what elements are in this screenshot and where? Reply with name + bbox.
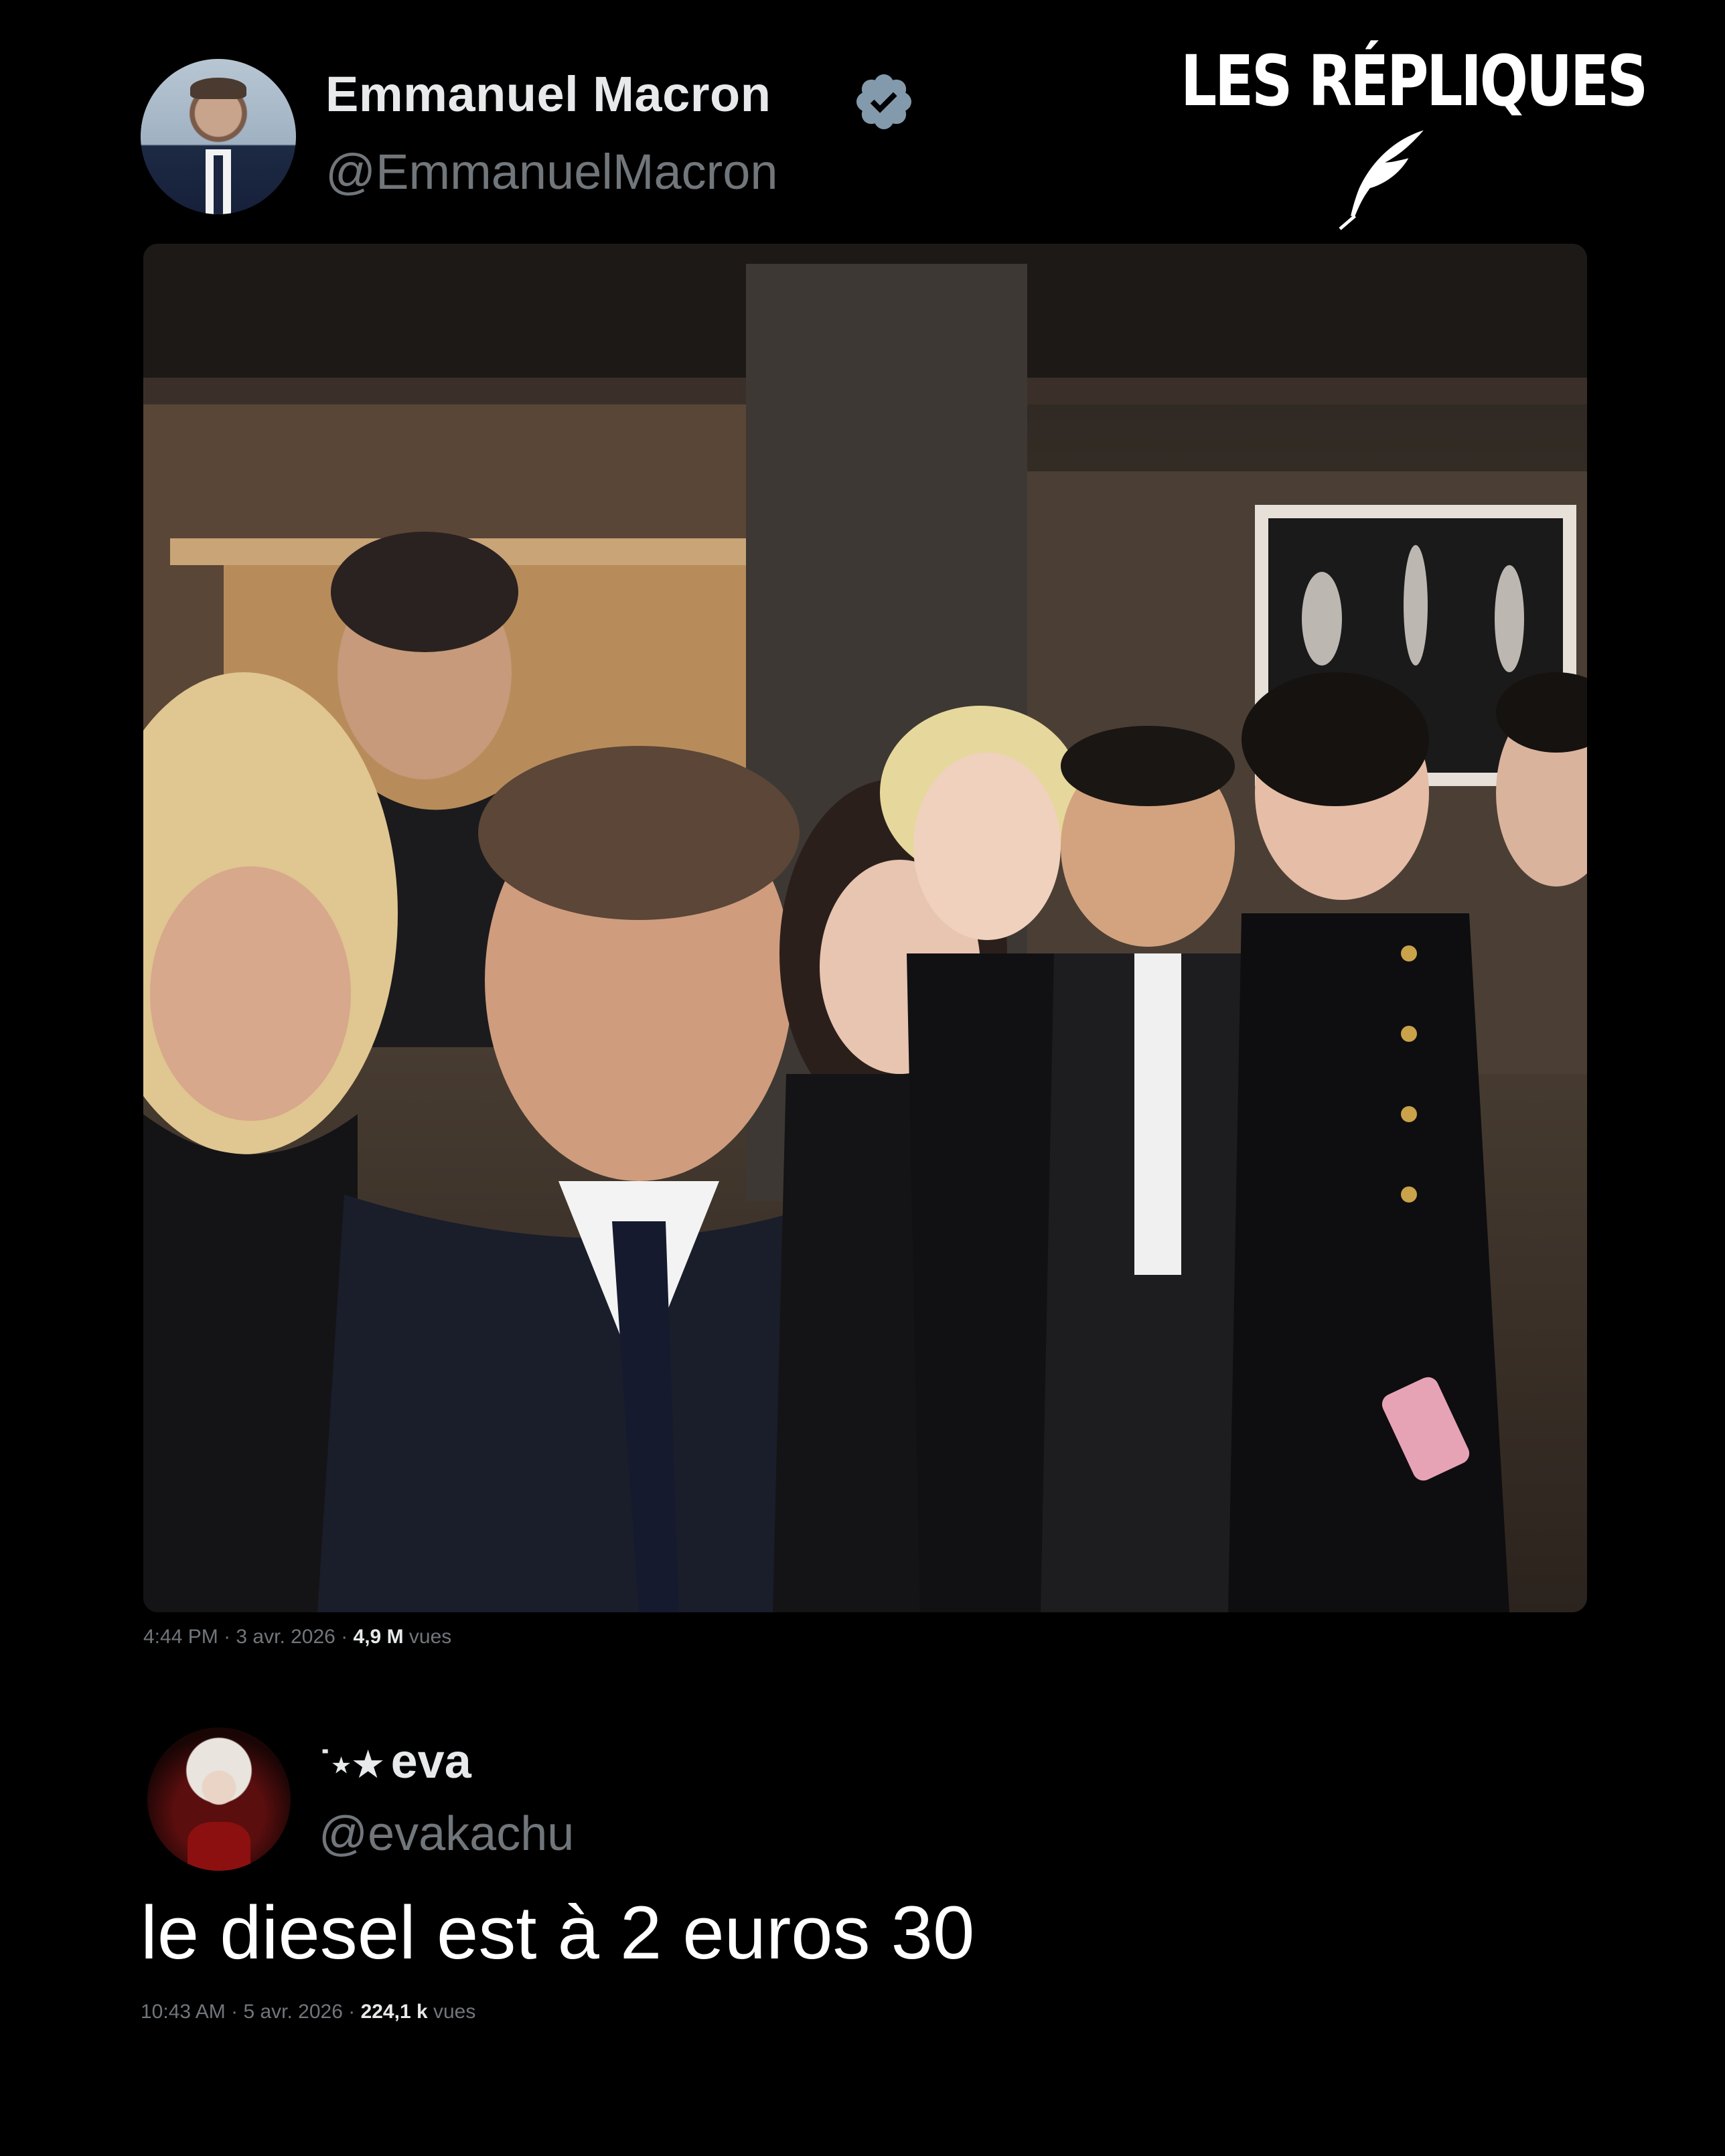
meta-separator: · <box>342 2001 361 2023</box>
reply-handle[interactable]: @evakachu <box>319 1806 574 1861</box>
tweet-photo[interactable] <box>143 244 1587 1612</box>
reply-display-name[interactable]: ˙⋆★ eva <box>319 1734 471 1789</box>
quill-icon <box>1339 130 1424 230</box>
author-avatar[interactable] <box>141 59 296 214</box>
reply-text: le diesel est à 2 euros 30 <box>141 1891 975 1975</box>
meta-separator: · <box>218 1626 236 1648</box>
author-handle[interactable]: @EmmanuelMacron <box>325 143 778 200</box>
reply-date[interactable]: 5 avr. 2026 <box>243 2001 342 2023</box>
tweet-views-label: vues <box>403 1626 452 1648</box>
meta-separator: · <box>335 1626 354 1648</box>
reply-time[interactable]: 10:43 AM <box>141 2001 226 2023</box>
verified-badge-icon <box>856 74 911 129</box>
reply-views-label: vues <box>427 2001 476 2023</box>
meta-separator: · <box>225 2001 244 2023</box>
reply-name-text: eva <box>390 1735 471 1788</box>
photo-illustration <box>143 244 1587 1612</box>
reply-avatar[interactable] <box>147 1727 291 1871</box>
brand-logo-text: LES RÉPLIQUES <box>1181 40 1648 122</box>
reply-meta: 10:43 AM · 5 avr. 2026 · 224,1 k vues <box>141 2001 475 2023</box>
tweet-date[interactable]: 3 avr. 2026 <box>236 1626 335 1648</box>
page: Emmanuel Macron @EmmanuelMacron LES RÉPL… <box>0 0 1725 2156</box>
author-display-name[interactable]: Emmanuel Macron <box>325 66 771 123</box>
tweet-meta: 4:44 PM · 3 avr. 2026 · 4,9 M vues <box>143 1626 451 1648</box>
reply-views-count: 224,1 k <box>360 2001 428 2023</box>
tweet-views-count: 4,9 M <box>353 1626 404 1648</box>
reply-name-stars: ˙⋆★ <box>319 1743 386 1786</box>
tweet-time[interactable]: 4:44 PM <box>143 1626 218 1648</box>
